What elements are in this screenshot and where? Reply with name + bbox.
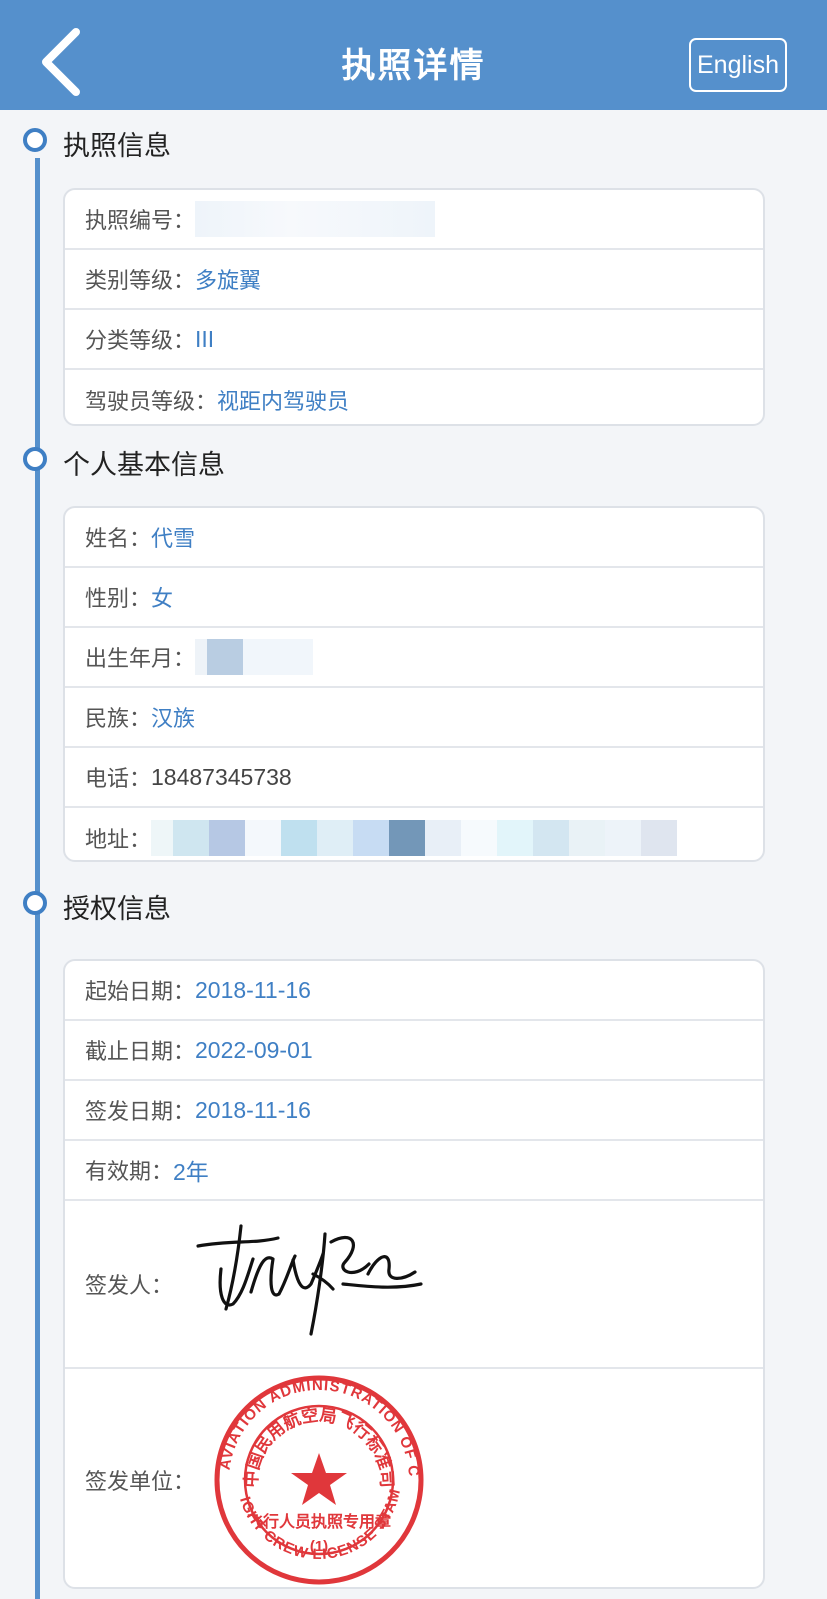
category-row: 类别等级： 多旋翼 xyxy=(65,250,763,310)
section-title-license: 执照信息 xyxy=(63,131,171,162)
redacted-value xyxy=(497,820,534,856)
row-value: 视距内驾驶员 xyxy=(217,390,350,415)
end-date-row: 截止日期： 2022-09-01 xyxy=(65,1021,763,1081)
redacted-value xyxy=(245,820,282,856)
row-label: 姓名： xyxy=(85,527,152,552)
ethnicity-row: 民族： 汉族 xyxy=(65,688,763,748)
gender-row: 性别： 女 xyxy=(65,568,763,628)
row-label: 出生年月： xyxy=(85,647,196,672)
row-value: 2018-11-16 xyxy=(195,1096,311,1123)
section-title-authorization: 授权信息 xyxy=(63,894,171,925)
timeline-dot xyxy=(23,128,47,152)
redacted-value xyxy=(533,820,570,856)
redacted-value xyxy=(461,820,498,856)
address-row: 地址： xyxy=(65,808,763,860)
pilot-level-row: 驾驶员等级： 视距内驾驶员 xyxy=(65,370,763,424)
row-label: 地址： xyxy=(85,828,152,853)
redacted-value xyxy=(243,639,314,675)
issuing-unit-row: 签发单位： CIVIL AVIATION ADMINISTRATION OF C… xyxy=(65,1369,763,1587)
name-row: 姓名： 代雪 xyxy=(65,508,763,568)
issue-date-row: 签发日期： 2018-11-16 xyxy=(65,1081,763,1141)
redacted-value xyxy=(605,820,642,856)
redacted-value xyxy=(569,820,606,856)
row-label: 签发日期： xyxy=(85,1100,196,1125)
validity-row: 有效期： 2年 xyxy=(65,1141,763,1201)
birth-row: 出生年月： xyxy=(65,628,763,688)
english-button[interactable]: English xyxy=(689,38,787,92)
row-value: 女 xyxy=(151,587,174,612)
row-value: 2018-11-16 xyxy=(195,976,311,1003)
row-value: 2022-09-01 xyxy=(195,1036,313,1063)
redacted-value xyxy=(195,201,436,237)
authorization-card: 起始日期： 2018-11-16 截止日期： 2022-09-01 签发日期： … xyxy=(63,959,765,1589)
issuer-row: 签发人： xyxy=(65,1201,763,1369)
redacted-value xyxy=(353,820,390,856)
row-value: 多旋翼 xyxy=(195,269,262,294)
row-label: 有效期： xyxy=(85,1160,174,1185)
row-label: 电话： xyxy=(85,767,152,792)
row-label: 签发人： xyxy=(85,1274,174,1299)
row-label: 起始日期： xyxy=(85,980,196,1005)
row-value: 2年 xyxy=(173,1159,209,1185)
redacted-value xyxy=(281,820,318,856)
stamp-number: (1) xyxy=(310,1538,328,1555)
redacted-value xyxy=(641,820,678,856)
timeline-dot xyxy=(23,447,47,471)
stamp-center-text: 飞行人员执照专用章 xyxy=(247,1512,391,1531)
redacted-value xyxy=(173,820,210,856)
row-label: 性别： xyxy=(85,587,152,612)
redacted-value xyxy=(389,820,426,856)
class-row: 分类等级： III xyxy=(65,310,763,370)
phone-row: 电话： 18487345738 xyxy=(65,748,763,808)
row-label: 驾驶员等级： xyxy=(85,390,218,415)
signature-image xyxy=(196,1224,423,1336)
row-label: 类别等级： xyxy=(85,269,196,294)
redacted-value xyxy=(195,639,208,675)
row-label: 签发单位： xyxy=(85,1470,196,1495)
row-value: 代雪 xyxy=(151,527,196,552)
redacted-value xyxy=(425,820,462,856)
redacted-value xyxy=(209,820,246,856)
timeline-line xyxy=(35,158,40,1599)
row-label: 截止日期： xyxy=(85,1040,196,1065)
personal-card: 姓名： 代雪 性别： 女 出生年月： 民族： 汉族 电话： 1848734573… xyxy=(63,506,765,862)
license-card: 执照编号： 类别等级： 多旋翼 分类等级： III 驾驶员等级： 视距内驾驶员 xyxy=(63,188,765,426)
row-value: 18487345738 xyxy=(151,763,292,790)
section-title-personal: 个人基本信息 xyxy=(63,450,225,481)
row-label: 分类等级： xyxy=(85,329,196,354)
redacted-value xyxy=(317,820,354,856)
row-label: 民族： xyxy=(85,707,152,732)
timeline-dot xyxy=(23,891,47,915)
row-value: III xyxy=(195,325,215,352)
start-date-row: 起始日期： 2018-11-16 xyxy=(65,961,763,1021)
star-icon xyxy=(291,1453,348,1505)
row-value: 汉族 xyxy=(151,707,196,732)
row-label: 执照编号： xyxy=(85,209,196,234)
navbar: 执照详情 English xyxy=(0,0,827,110)
redacted-value xyxy=(151,820,174,856)
license-number-row: 执照编号： xyxy=(65,190,763,250)
official-stamp: CIVIL AVIATION ADMINISTRATION OF CHINA F… xyxy=(203,1375,424,1585)
redacted-value xyxy=(207,639,244,675)
